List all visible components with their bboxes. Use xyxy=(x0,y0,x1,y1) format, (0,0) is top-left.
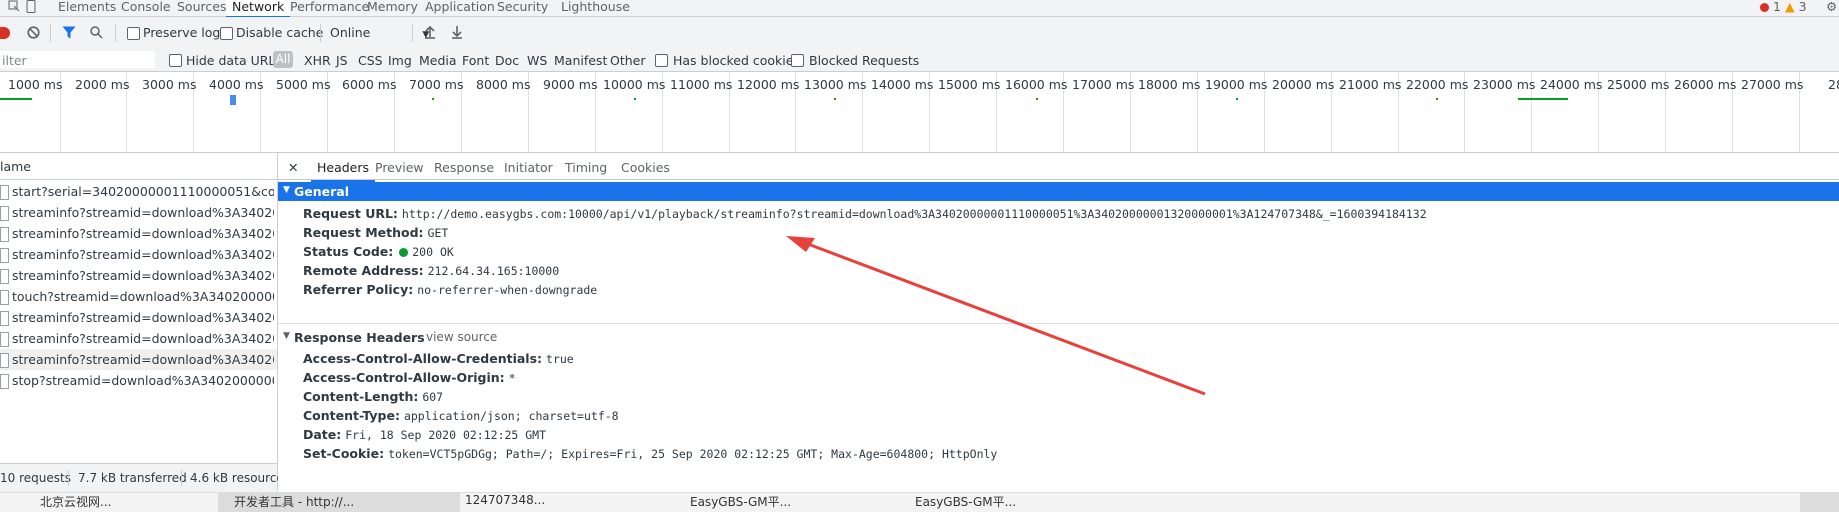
taskbar-item-active[interactable]: 开发者工具 - http://... xyxy=(218,493,460,512)
taskbar-item[interactable]: EasyGBS-GM平... xyxy=(690,493,890,512)
taskbar-tray[interactable] xyxy=(1800,493,1839,512)
taskbar-item[interactable]: 124707348... xyxy=(465,493,665,512)
os-taskbar: 北京云视网... 开发者工具 - http://... 124707348...… xyxy=(0,492,1839,512)
annotation-arrow xyxy=(786,236,1206,396)
taskbar-item[interactable]: 北京云视网... xyxy=(40,493,210,512)
taskbar-item[interactable]: EasyGBS-GM平... xyxy=(915,493,1115,512)
